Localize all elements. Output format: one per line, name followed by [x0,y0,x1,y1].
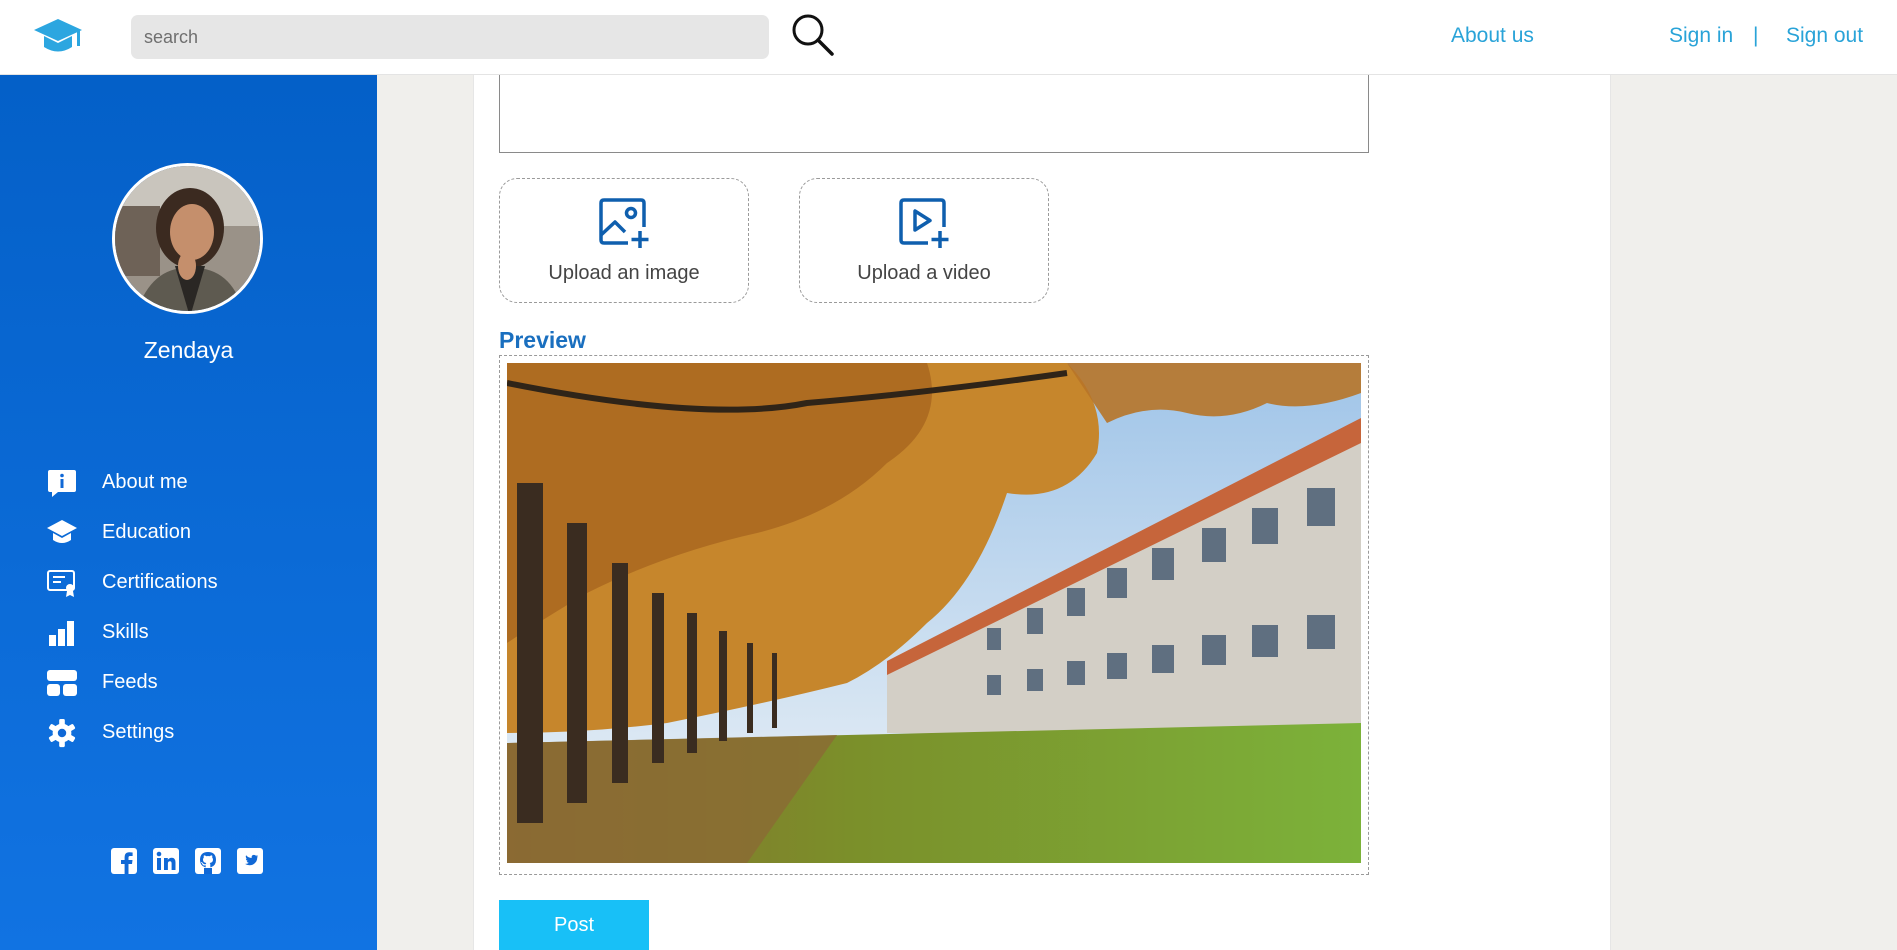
graduation-cap-logo-icon[interactable] [32,14,84,58]
top-navigation-bar: About us Sign in | Sign out [0,0,1897,75]
graduation-cap-icon [47,520,77,543]
sidebar-item-label: Education [102,521,191,543]
sidebar-item-feeds[interactable]: Feeds [0,660,377,704]
sidebar-item-skills[interactable]: Skills [0,610,377,654]
profile-photo [115,166,260,311]
preview-title: Preview [499,327,586,353]
add-image-icon [599,198,649,248]
campus-photo [507,363,1361,863]
bar-chart-icon [49,621,74,646]
profile-name: Zendaya [143,337,234,363]
preview-image [507,363,1361,863]
post-button[interactable]: Post [499,900,649,950]
upload-video-label: Upload a video [857,262,991,284]
upload-video-button[interactable]: Upload a video [799,178,1049,303]
header-link-separator: | [1753,24,1759,47]
sidebar-item-label: About me [102,471,188,493]
sidebar-item-label: Skills [102,621,149,643]
sidebar-item-about-me[interactable]: About me [0,460,377,504]
feeds-icon [47,670,77,696]
certificate-icon [47,570,75,597]
upload-image-label: Upload an image [548,262,700,284]
sidebar-item-education[interactable]: Education [0,510,377,554]
sidebar-item-label: Certifications [102,571,218,593]
github-icon[interactable] [194,847,222,875]
sidebar-item-certifications[interactable]: Certifications [0,560,377,604]
sign-in-link[interactable]: Sign in [1669,24,1733,48]
linkedin-icon[interactable] [152,847,180,875]
about-us-link[interactable]: About us [1451,24,1534,48]
sidebar-item-settings[interactable]: Settings [0,710,377,754]
add-video-icon [899,198,949,248]
search-icon[interactable] [790,12,836,58]
gear-icon [48,718,76,748]
sidebar-item-label: Settings [102,721,175,743]
twitter-icon[interactable] [236,847,264,875]
sidebar-item-label: Feeds [102,671,158,693]
facebook-icon[interactable] [110,847,138,875]
info-icon [48,470,76,497]
search-input[interactable] [131,15,769,59]
avatar [112,163,263,314]
profile-sidebar: Zendaya About me Education Certification… [0,75,377,950]
upload-image-button[interactable]: Upload an image [499,178,749,303]
sign-out-link[interactable]: Sign out [1786,24,1863,48]
